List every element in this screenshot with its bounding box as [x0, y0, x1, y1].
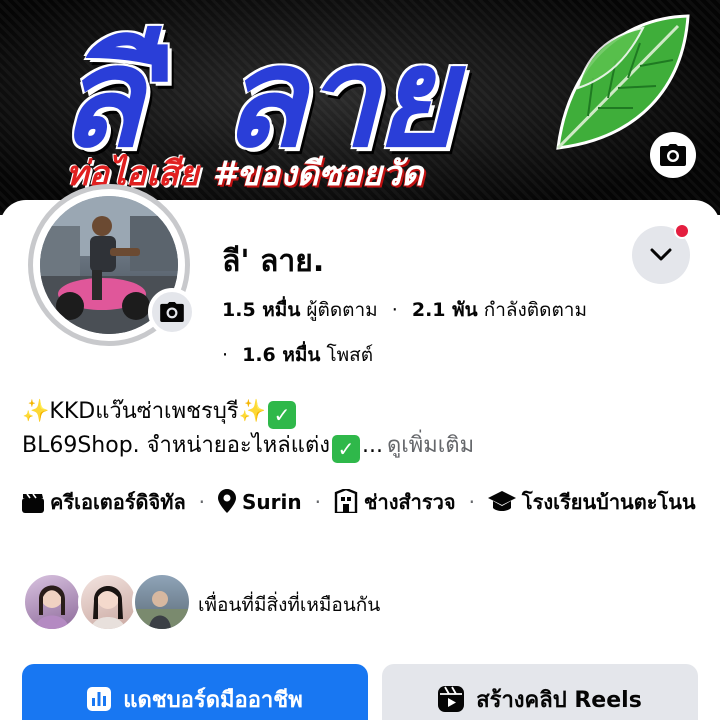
followers-count[interactable]: 1.5 หมื่น — [222, 299, 300, 321]
chevron-down-icon — [650, 248, 672, 261]
detail-creator[interactable]: ครีเอเตอร์ดิจิทัล — [22, 490, 193, 514]
bio-ellipsis: ... — [361, 433, 383, 458]
notification-dot — [674, 223, 690, 239]
posts-count: 1.6 หมื่น — [242, 344, 321, 366]
clapperboard-icon — [22, 493, 44, 513]
following-count[interactable]: 2.1 พัน — [412, 299, 478, 321]
professional-dashboard-label: แดชบอร์ดมืออาชีพ — [123, 687, 303, 713]
sparkles-icon: ✨ — [22, 399, 50, 424]
stats-followers-following: 1.5 หมื่น ผู้ติดตาม · 2.1 พัน กำลังติดตา… — [222, 295, 587, 325]
edit-cover-button[interactable] — [650, 132, 696, 178]
map-pin-icon — [218, 489, 236, 513]
detail-location-label: Surin — [242, 490, 302, 514]
bar-chart-icon — [87, 687, 112, 711]
mutual-friends[interactable]: เพื่อนที่มีสิ่งที่เหมือนกัน — [22, 572, 702, 632]
mutual-friend-avatar — [22, 572, 82, 632]
followers-label[interactable]: ผู้ติดตาม — [306, 299, 377, 321]
create-reels-button[interactable]: สร้างคลิป Reels — [382, 664, 698, 720]
reels-icon — [438, 686, 465, 712]
detail-separator: · — [314, 490, 321, 514]
edit-avatar-button[interactable] — [148, 288, 196, 336]
bio-line-2: BL69Shop. จำหน่ายอะไหล่แต่ง ✓... ดูเพิ่มเต… — [22, 427, 474, 463]
bio-line-1: ✨KKDแว๊นซ่าเพชรบุรี✨ ✓ — [22, 393, 298, 429]
check-mark-icon: ✓ — [331, 435, 360, 463]
profile-name: ลี' ลาย. — [222, 244, 325, 279]
detail-creator-label: ครีเอเตอร์ดิจิทัล — [50, 490, 186, 514]
check-mark-icon: ✓ — [268, 401, 297, 429]
sparkles-icon: ✨ — [238, 399, 267, 424]
profile-details: ครีเอเตอร์ดิจิทัล · Surin · ช่างสำรวจ · … — [22, 486, 702, 518]
mutual-friend-avatar — [132, 572, 192, 632]
detail-school-label: โรงเรียนบ้านตะโนน — [521, 490, 696, 514]
detail-school[interactable]: โรงเรียนบ้านตะโนน — [481, 490, 696, 514]
detail-job[interactable]: ช่างสำรวจ — [327, 489, 463, 514]
detail-separator: · — [468, 490, 475, 514]
stats-separator: · — [391, 299, 398, 321]
stats-separator: · — [222, 344, 229, 366]
briefcase-icon — [334, 489, 358, 513]
camera-icon — [160, 302, 184, 322]
detail-job-label: ช่างสำรวจ — [363, 490, 456, 514]
cover-photo[interactable]: ลี' ลาย ท่อไอเสีย #ของดีซอยวัด — [0, 0, 720, 215]
graduation-cap-icon — [487, 491, 516, 511]
detail-location[interactable]: Surin — [211, 489, 309, 514]
stats-posts: · 1.6 หมื่น โพสต์ — [222, 340, 373, 370]
following-label[interactable]: กำลังติดตาม — [484, 299, 587, 321]
camera-icon — [660, 144, 686, 166]
bio-line-2-text: BL69Shop. จำหน่ายอะไหล่แต่ง — [22, 433, 330, 458]
professional-dashboard-button[interactable]: แดชบอร์ดมืออาชีพ — [22, 664, 368, 720]
detail-separator: · — [198, 490, 206, 514]
posts-label: โพสต์ — [326, 344, 374, 366]
create-reels-label: สร้างคลิป Reels — [476, 687, 642, 713]
mutual-friends-label: เพื่อนที่มีสิ่งที่เหมือนกัน — [198, 594, 381, 616]
bio-line-1-text: KKDแว๊นซ่าเพชรบุรี — [49, 399, 239, 424]
see-more-link[interactable]: ดูเพิ่มเติม — [387, 433, 474, 458]
cover-subtitle-right: #ของดีซอยวัด — [212, 154, 424, 194]
mutual-friend-avatar — [78, 572, 138, 632]
